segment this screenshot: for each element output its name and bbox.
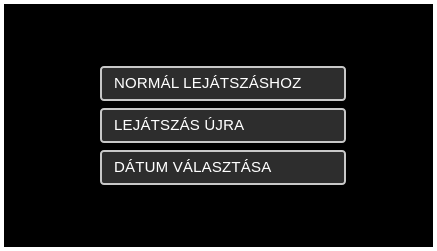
playback-menu: NORMÁL LEJÁTSZÁSHOZ LEJÁTSZÁS ÚJRA DÁTUM… [100, 66, 346, 185]
normal-playback-button[interactable]: NORMÁL LEJÁTSZÁSHOZ [100, 66, 346, 101]
device-screen: NORMÁL LEJÁTSZÁSHOZ LEJÁTSZÁS ÚJRA DÁTUM… [4, 4, 433, 247]
replay-button[interactable]: LEJÁTSZÁS ÚJRA [100, 108, 346, 143]
select-date-button[interactable]: DÁTUM VÁLASZTÁSA [100, 150, 346, 185]
